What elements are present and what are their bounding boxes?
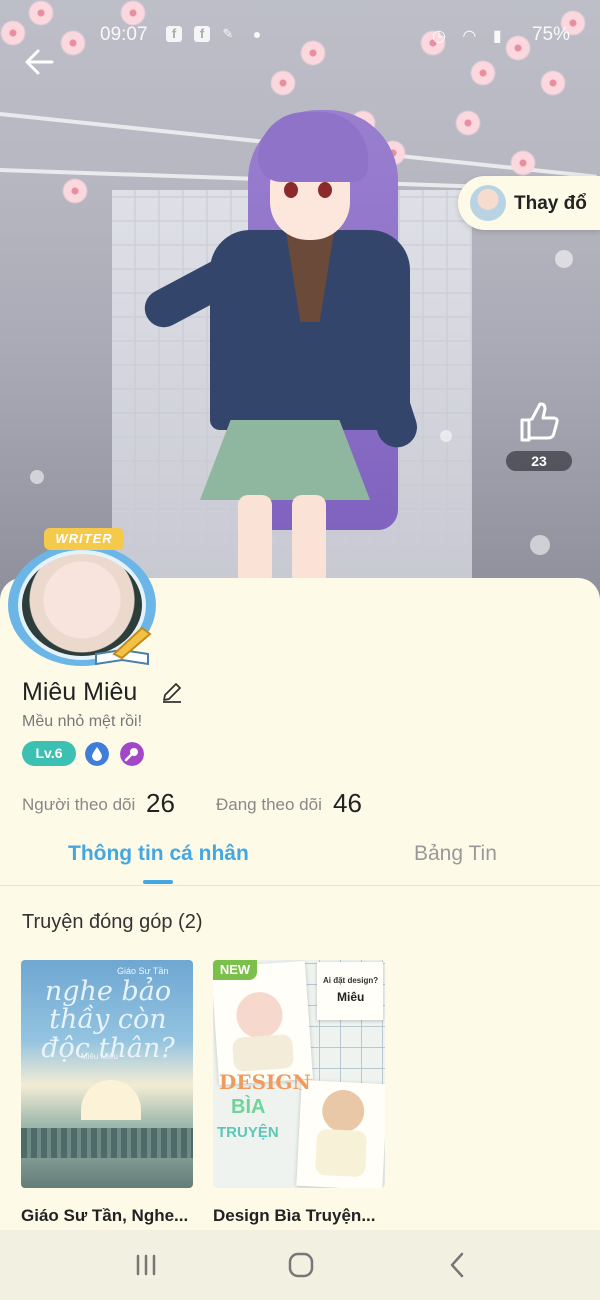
writer-badge: WRITER — [44, 528, 124, 550]
blossom — [540, 70, 566, 96]
thumbs-up-icon — [520, 402, 559, 442]
bokeh-light — [440, 430, 452, 442]
avatar-character — [120, 100, 440, 585]
system-navigation-bar — [0, 1230, 600, 1300]
character-bangs — [258, 112, 368, 182]
character-eye — [284, 182, 298, 198]
story-title[interactable]: Design Bìa Truyện... — [213, 1206, 391, 1226]
profile-bio: Mều nhỏ mệt rồi! — [22, 713, 143, 730]
cover-character-body — [314, 1128, 368, 1178]
profile-avatar[interactable]: WRITER — [8, 528, 158, 668]
cover-truyen-text: TRUYỆN — [217, 1124, 279, 1141]
pencil-icon[interactable] — [160, 680, 184, 704]
cover-author: Miêu Miêu — [81, 1052, 118, 1061]
arrow-left-icon — [25, 49, 54, 75]
blossom — [62, 178, 88, 204]
cover-paper: Ai đặt design? Miêu — [317, 962, 383, 1020]
facebook-icon: f — [166, 26, 182, 42]
story-title[interactable]: Giáo Sư Tần, Nghe... — [21, 1206, 199, 1226]
tab-personal-info[interactable]: Thông tin cá nhân — [68, 842, 249, 866]
facebook-icon: f — [194, 26, 210, 42]
change-outfit-label: Thay đổ — [514, 193, 587, 214]
battery-level: 75% — [531, 24, 570, 45]
blossom — [470, 60, 496, 86]
broom-icon: ✎ — [222, 26, 234, 41]
story-cover[interactable]: Giáo Sư Tần nghe bảo thầy còn độc thân? … — [21, 960, 193, 1188]
cover-trees — [21, 1128, 193, 1158]
cover-subtitle: Giáo Sư Tần — [117, 966, 169, 976]
status-bar: 09:07 f f ✎ ◷ ◠ ▮ 75% — [0, 20, 600, 50]
recent-apps-icon[interactable] — [126, 1248, 166, 1282]
cover-character — [234, 990, 284, 1040]
tab-indicator — [143, 880, 173, 884]
like-button[interactable] — [516, 400, 560, 444]
story-cover[interactable]: Ai đặt design? Miêu DESIGN BÌA TRUYỆN — [213, 960, 385, 1188]
cover-character — [321, 1088, 366, 1134]
back-button[interactable] — [22, 44, 62, 84]
system-status-icons: ◷ ◠ ▮ — [432, 28, 508, 45]
cover-note-author: Miêu — [337, 990, 365, 1004]
cover-cloud — [81, 1080, 141, 1120]
cover-paper — [296, 1079, 385, 1188]
like-count: 23 — [506, 451, 572, 471]
back-nav-icon[interactable] — [438, 1248, 478, 1282]
outfit-avatar-icon — [470, 185, 506, 221]
level-badge: Lv.6 — [22, 741, 76, 766]
character-leg — [292, 495, 326, 585]
home-icon[interactable] — [281, 1248, 321, 1282]
change-outfit-button[interactable]: Thay đổ — [458, 176, 600, 230]
tab-news-feed[interactable]: Bảng Tin — [414, 842, 497, 866]
followers-count[interactable]: 26 — [146, 788, 175, 819]
tab-divider — [0, 885, 600, 886]
more-notifications-dot — [254, 32, 260, 38]
pen-book-icon — [95, 626, 152, 666]
bokeh-light — [30, 470, 44, 484]
water-drop-badge-icon[interactable] — [85, 742, 109, 766]
cover-note: Ai đặt design? — [323, 976, 379, 985]
blossom — [510, 150, 536, 176]
status-time: 09:07 — [100, 24, 148, 45]
followers-label: Người theo dõi — [22, 795, 136, 814]
cover-design-text: DESIGN — [219, 1070, 311, 1094]
bokeh-light — [555, 250, 573, 268]
cover-title-art: nghe bảo thầy còn độc thân? — [41, 976, 175, 1064]
profile-name: Miêu Miêu — [22, 678, 138, 706]
microphone-badge-icon[interactable] — [120, 742, 144, 766]
character-eye — [318, 182, 332, 198]
contributions-title: Truyện đóng góp (2) — [22, 911, 203, 933]
cover-bia-text: BÌA — [231, 1096, 266, 1118]
new-badge: NEW — [213, 960, 257, 980]
cover-character-body — [231, 1033, 295, 1073]
blossom — [455, 110, 481, 136]
following-label: Đang theo dõi — [216, 795, 322, 814]
profile-banner: 09:07 f f ✎ ◷ ◠ ▮ 75% Thay đổ 23 — [0, 0, 600, 600]
character-leg — [238, 495, 272, 585]
blossom — [270, 70, 296, 96]
following-count[interactable]: 46 — [333, 788, 362, 819]
bokeh-light — [530, 535, 550, 555]
